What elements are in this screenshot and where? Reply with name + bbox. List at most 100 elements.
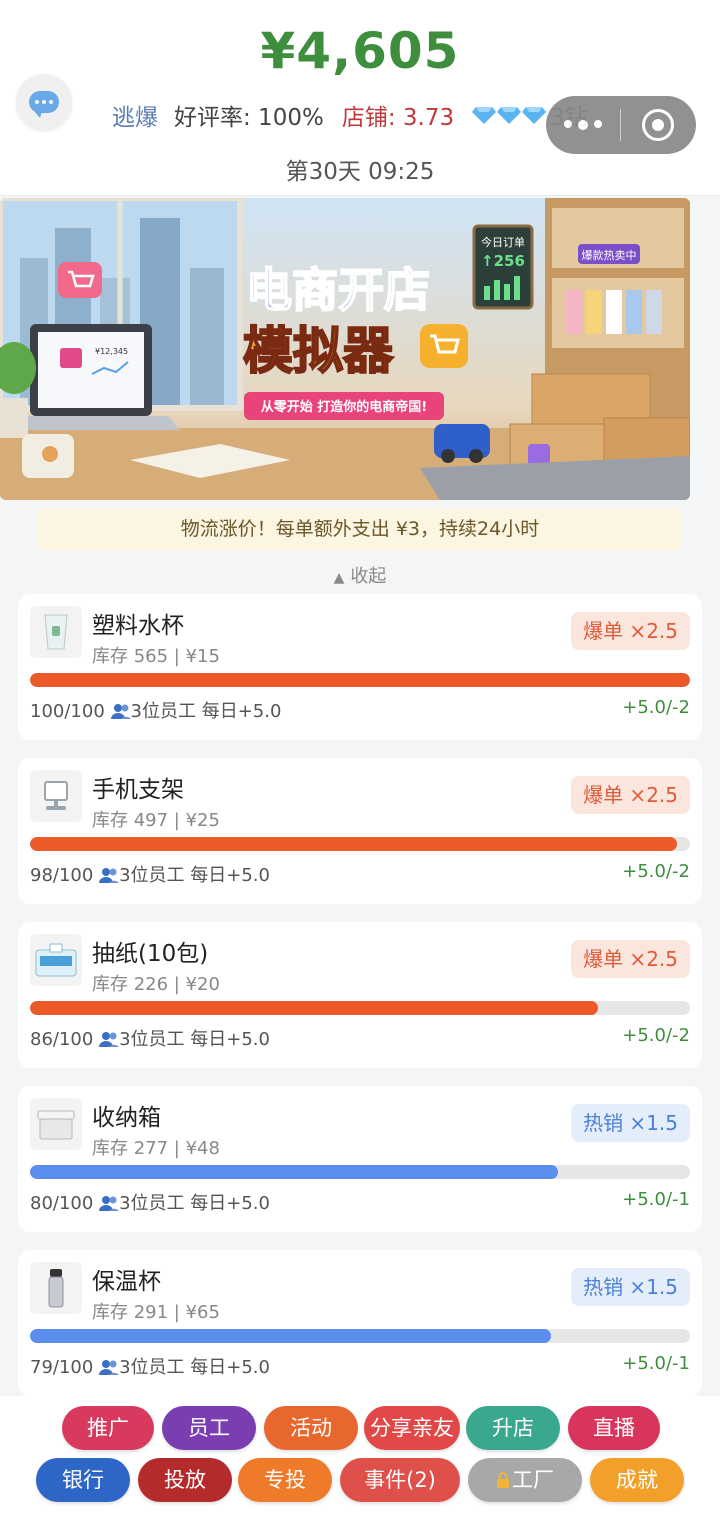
- product-name: 抽纸(10包): [92, 941, 209, 967]
- product-name: 手机支架: [92, 777, 184, 803]
- collapse-toggle[interactable]: ▲ 收起: [0, 562, 720, 588]
- caret-up-icon: ▲: [333, 570, 345, 586]
- banner-subtitle: 从零开始 打造你的电商帝国!: [261, 399, 427, 415]
- progress-bar: [30, 1165, 690, 1179]
- more-dots-icon: [564, 120, 572, 128]
- promote-button[interactable]: 推广: [62, 1406, 154, 1450]
- boost-badge: 爆单 ×2.5: [571, 776, 690, 814]
- more-options-button[interactable]: [546, 120, 620, 130]
- staff-icon: [99, 868, 120, 883]
- achievements-button[interactable]: 成就: [590, 1458, 684, 1502]
- money-balance: ¥4,605: [260, 22, 460, 80]
- daily-delta: +5.0/-2: [622, 861, 690, 882]
- diamond-icon: [472, 107, 497, 124]
- chat-icon: [29, 91, 59, 118]
- progress-fill: [30, 1165, 558, 1179]
- progress-bar: [30, 673, 690, 687]
- progress-text: 86/100: [30, 1029, 94, 1050]
- boost-badge: 爆单 ×2.5: [571, 612, 690, 650]
- chat-button[interactable]: [16, 74, 72, 130]
- staff-icon: [110, 704, 131, 719]
- progress-bar: [30, 1001, 690, 1015]
- progress-text: 98/100: [30, 865, 94, 886]
- phone-stand-icon: [30, 770, 82, 822]
- staff-icon: [99, 1032, 120, 1047]
- product-meta: 86/100 3位员工 每日+5.0: [30, 1025, 270, 1051]
- share-button[interactable]: 分享亲友: [364, 1406, 460, 1450]
- product-name: 塑料水杯: [92, 613, 184, 639]
- product-card[interactable]: 抽纸(10包) 库存 226 | ¥20 爆单 ×2.5 86/100 3位员工…: [18, 922, 702, 1068]
- tissue-icon: [30, 934, 82, 986]
- diamond-icons: [472, 105, 547, 125]
- livestream-button[interactable]: 直播: [568, 1406, 660, 1450]
- progress-fill: [30, 673, 690, 687]
- product-meta: 80/100 3位员工 每日+5.0: [30, 1189, 270, 1215]
- collapse-label: 收起: [350, 566, 387, 587]
- staff-info: 3位员工 每日+5.0: [119, 1193, 270, 1214]
- lock-icon: [497, 1472, 509, 1488]
- day-time: 第30天 09:25: [285, 159, 435, 185]
- target-icon: [642, 109, 674, 141]
- storage-box-icon: [30, 1098, 82, 1150]
- stats-row: 逃爆 好评率: 100% 店铺: 3.73 3钻: [112, 98, 588, 132]
- product-meta: 79/100 3位员工 每日+5.0: [30, 1353, 270, 1379]
- progress-text: 80/100: [30, 1193, 94, 1214]
- diamond-icon: [497, 107, 522, 124]
- ads-button[interactable]: 投放: [138, 1458, 232, 1502]
- banner-illustration: 爆款热卖中 今日订单 ↑256 ¥12,345 电商开店 模拟器 从零开始 打造…: [0, 198, 690, 500]
- orders-value: ↑256: [481, 252, 525, 270]
- progress-fill: [30, 837, 677, 851]
- laptop-price: ¥12,345: [95, 347, 128, 356]
- banner-title-line1: 电商开店: [246, 263, 430, 317]
- upgrade-shop-button[interactable]: 升店: [466, 1406, 560, 1450]
- staff-button[interactable]: 员工: [162, 1406, 256, 1450]
- product-card[interactable]: 保温杯 库存 291 | ¥65 热销 ×1.5 79/100 3位员工 每日+…: [18, 1250, 702, 1396]
- action-bar: 推广 员工 活动 分享亲友 升店 直播 银行 投放 专投 事件(2) 工厂 成就: [0, 1396, 720, 1520]
- bank-button[interactable]: 银行: [36, 1458, 130, 1502]
- factory-button[interactable]: 工厂: [468, 1458, 582, 1502]
- factory-label: 工厂: [512, 1468, 554, 1492]
- mini-program-capsule: [546, 96, 696, 154]
- shop-level-label: 店铺: 3.73: [341, 105, 455, 131]
- product-stock-price: 库存 291 | ¥65: [92, 1302, 220, 1323]
- staff-info: 3位员工 每日+5.0: [130, 701, 282, 722]
- product-stock-price: 库存 497 | ¥25: [92, 810, 220, 831]
- product-stock-price: 库存 565 | ¥15: [92, 646, 220, 667]
- progress-fill: [30, 1001, 598, 1015]
- boost-badge: 热销 ×1.5: [571, 1268, 690, 1306]
- staff-icon: [99, 1360, 120, 1375]
- boost-badge: 热销 ×1.5: [571, 1104, 690, 1142]
- progress-fill: [30, 1329, 552, 1343]
- progress-text: 100/100: [30, 701, 105, 722]
- events-button[interactable]: 事件(2): [340, 1458, 460, 1502]
- header: ¥4,605 逃爆 好评率: 100% 店铺: 3.73 3钻 第30天 09:…: [0, 0, 720, 196]
- game-banner: 爆款热卖中 今日订单 ↑256 ¥12,345 电商开店 模拟器 从零开始 打造…: [0, 198, 690, 500]
- daily-delta: +5.0/-1: [622, 1353, 690, 1374]
- close-program-button[interactable]: [621, 109, 695, 141]
- progress-bar: [30, 837, 690, 851]
- product-card[interactable]: 手机支架 库存 497 | ¥25 爆单 ×2.5 98/100 3位员工 每日…: [18, 758, 702, 904]
- event-notice: 物流涨价！每单额外支出 ¥3，持续24小时: [38, 508, 682, 550]
- thermos-icon: [30, 1262, 82, 1314]
- banner-title-line2: 模拟器: [243, 322, 394, 380]
- staff-info: 3位员工 每日+5.0: [119, 1357, 270, 1378]
- status-label: 逃爆: [112, 105, 158, 131]
- product-meta: 100/100 3位员工 每日+5.0: [30, 697, 281, 723]
- daily-delta: +5.0/-2: [622, 1025, 690, 1046]
- activity-button[interactable]: 活动: [264, 1406, 358, 1450]
- product-card[interactable]: 收纳箱 库存 277 | ¥48 热销 ×1.5 80/100 3位员工 每日+…: [18, 1086, 702, 1232]
- boost-badge: 爆单 ×2.5: [571, 940, 690, 978]
- product-card[interactable]: 塑料水杯 库存 565 | ¥15 爆单 ×2.5 100/100 3位员工 每…: [18, 594, 702, 740]
- rating-label: 好评率: 100%: [174, 105, 324, 131]
- product-name: 保温杯: [92, 1269, 161, 1295]
- product-stock-price: 库存 277 | ¥48: [92, 1138, 220, 1159]
- orders-label: 今日订单: [481, 235, 525, 249]
- progress-text: 79/100: [30, 1357, 94, 1378]
- cup-icon: [30, 606, 82, 658]
- daily-delta: +5.0/-1: [622, 1189, 690, 1210]
- staff-info: 3位员工 每日+5.0: [119, 1029, 270, 1050]
- product-meta: 98/100 3位员工 每日+5.0: [30, 861, 270, 887]
- staff-icon: [99, 1196, 120, 1211]
- targeted-ads-button[interactable]: 专投: [238, 1458, 332, 1502]
- daily-delta: +5.0/-2: [622, 697, 690, 718]
